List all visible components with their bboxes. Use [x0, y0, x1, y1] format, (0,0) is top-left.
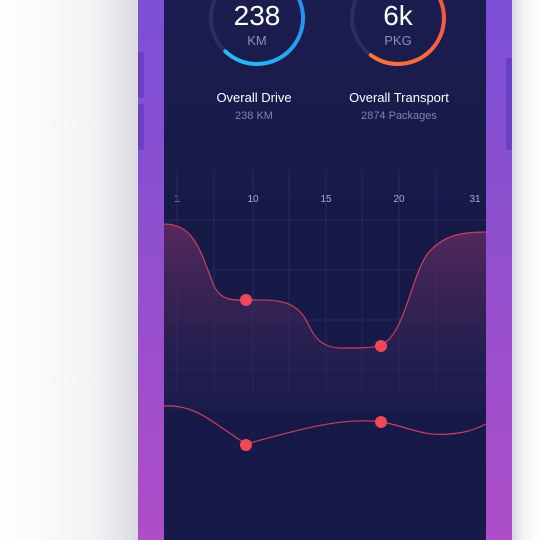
side-button-lower: [138, 104, 144, 150]
transport-unit: PKG: [384, 33, 412, 48]
side-button-upper: [138, 52, 144, 98]
drive-title: Overall Drive: [216, 90, 292, 105]
transport-progress-ring[interactable]: 6k PKG: [348, 0, 448, 68]
transport-title: Overall Transport: [349, 90, 449, 105]
activity-chart: [164, 170, 486, 451]
lower-curve-line: [164, 405, 486, 445]
upper-area-fill: [164, 224, 486, 410]
phone-shadow-left: [0, 0, 160, 540]
transport-subtitle: 2874 Packages: [361, 110, 437, 122]
power-button: [506, 58, 512, 150]
lower-marker-day20[interactable]: [375, 416, 387, 428]
transport-value: 6k: [383, 0, 413, 31]
upper-marker-day20[interactable]: [375, 340, 387, 352]
drive-subtitle: 238 KM: [235, 110, 273, 122]
upper-marker-day10[interactable]: [240, 294, 252, 306]
dashboard-screen: 238 KM 6k PKG Overall Drive 238 KM Overa…: [164, 0, 486, 540]
drive-value: 238: [233, 0, 281, 31]
lower-marker-day10[interactable]: [240, 439, 252, 451]
app-mockup: 238 KM 6k PKG Overall Drive 238 KM Overa…: [0, 0, 540, 540]
drive-unit: KM: [247, 33, 267, 48]
drive-progress-ring[interactable]: 238 KM: [207, 0, 307, 68]
